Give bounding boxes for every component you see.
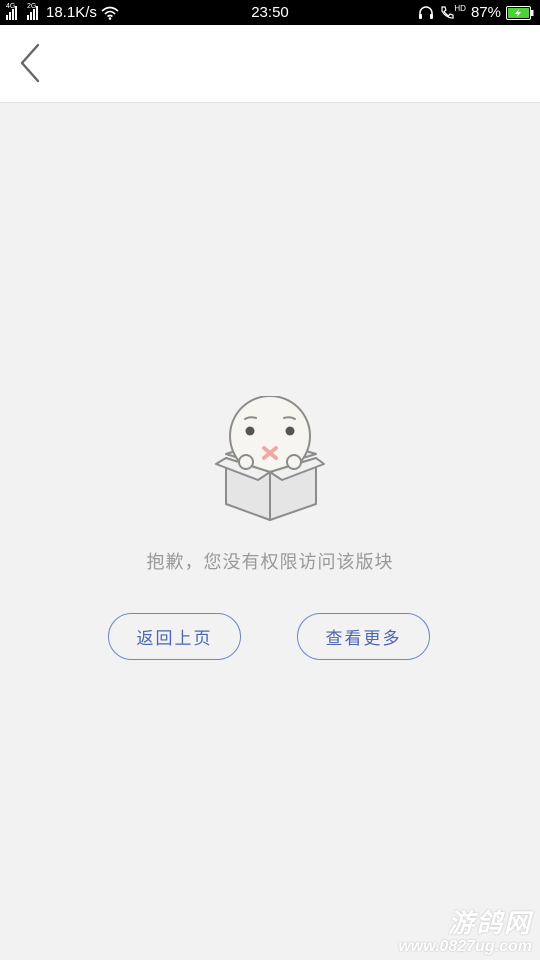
go-back-button[interactable]: 返回上页 (108, 613, 241, 660)
wifi-icon (101, 6, 119, 20)
battery-charging-icon (506, 5, 534, 20)
battery-percent: 87% (470, 4, 501, 21)
network-4g-label: 4G (6, 3, 16, 10)
back-button[interactable] (10, 41, 50, 85)
status-bar: 4G 2G 18.1K/s 23:50 HD 87% (0, 0, 540, 25)
headset-icon (419, 5, 434, 19)
signal-2g-icon: 2G (27, 3, 38, 20)
signal-4g-icon: 4G (6, 3, 17, 20)
status-right: HD 87% (418, 0, 534, 25)
hd-label: HD (454, 4, 466, 13)
status-left: 4G 2G 18.1K/s (6, 0, 119, 25)
watermark-url: www.0827ug.com (398, 938, 532, 955)
face-in-box-illustration (215, 396, 325, 521)
volte-call-icon (441, 6, 455, 19)
no-permission-message: 抱歉，您没有权限访问该版块 (146, 552, 394, 573)
app-header (0, 25, 540, 103)
chevron-left-icon (20, 43, 40, 83)
network-2g-label: 2G (27, 3, 37, 10)
network-speed: 18.1K/s (46, 4, 97, 21)
view-more-button[interactable]: 查看更多 (297, 613, 430, 660)
watermark: 游鸽网 www.0827ug.com (398, 908, 532, 956)
watermark-logo: 游鸽网 (447, 908, 532, 938)
